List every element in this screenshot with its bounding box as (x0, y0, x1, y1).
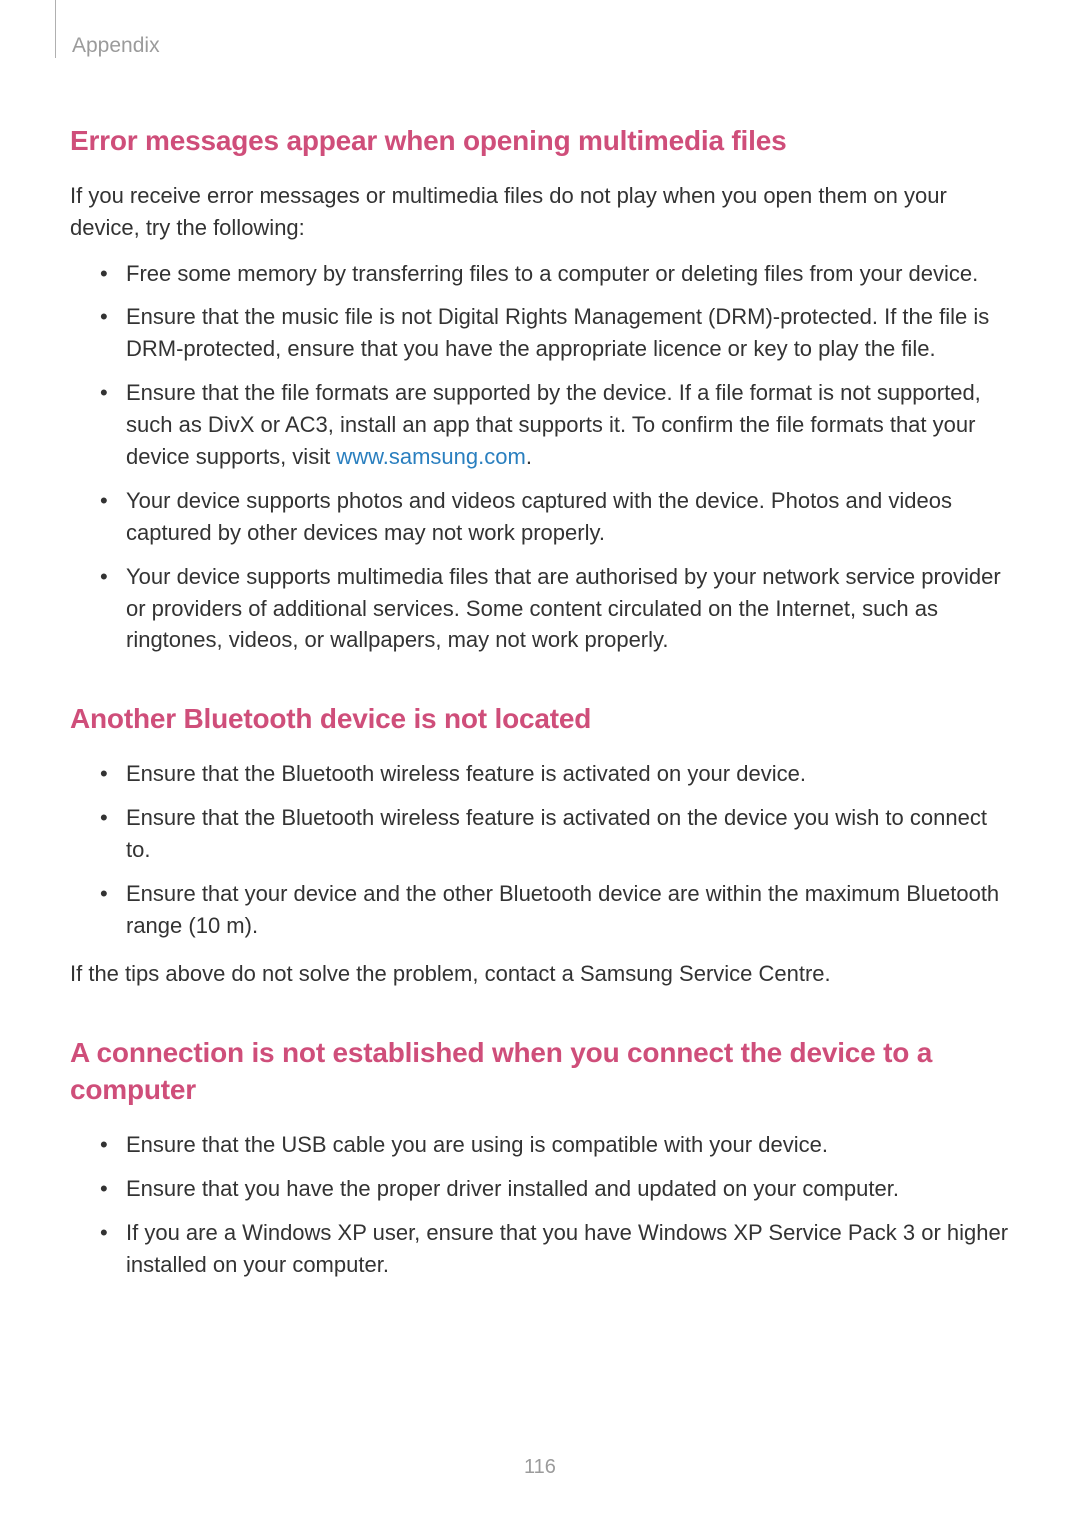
list-item-text: Ensure that the Bluetooth wireless featu… (126, 805, 987, 862)
list-item: Ensure that the Bluetooth wireless featu… (100, 802, 1010, 866)
list-item-text: Your device supports multimedia files th… (126, 564, 1001, 653)
list-item: Ensure that the file formats are support… (100, 377, 1010, 473)
list-item: If you are a Windows XP user, ensure tha… (100, 1217, 1010, 1281)
list-item: Free some memory by transferring files t… (100, 258, 1010, 290)
list-item: Ensure that the Bluetooth wireless featu… (100, 758, 1010, 790)
list-item-prefix: Ensure that the file formats are support… (126, 380, 981, 469)
section-outro: If the tips above do not solve the probl… (70, 958, 1010, 990)
list-item: Ensure that you have the proper driver i… (100, 1173, 1010, 1205)
section-usb-connection: A connection is not established when you… (70, 1034, 1010, 1281)
link-samsung[interactable]: www.samsung.com (336, 444, 526, 469)
header-divider (55, 0, 56, 58)
header-section-label: Appendix (72, 34, 160, 58)
section-heading: Another Bluetooth device is not located (70, 700, 1010, 738)
list-item-text: Ensure that the Bluetooth wireless featu… (126, 761, 806, 786)
section-heading: Error messages appear when opening multi… (70, 122, 1010, 160)
bullet-list: Ensure that the Bluetooth wireless featu… (100, 758, 1010, 941)
list-item: Ensure that the USB cable you are using … (100, 1129, 1010, 1161)
list-item-text: Ensure that the music file is not Digita… (126, 304, 989, 361)
list-item-text: Free some memory by transferring files t… (126, 261, 978, 286)
section-intro: If you receive error messages or multime… (70, 180, 1010, 244)
section-error-messages: Error messages appear when opening multi… (70, 122, 1010, 656)
page-number: 116 (0, 1456, 1080, 1479)
list-item-text: Ensure that you have the proper driver i… (126, 1176, 899, 1201)
section-bluetooth: Another Bluetooth device is not located … (70, 700, 1010, 989)
section-heading: A connection is not established when you… (70, 1034, 1010, 1110)
bullet-list: Free some memory by transferring files t… (100, 258, 1010, 657)
list-item: Ensure that the music file is not Digita… (100, 301, 1010, 365)
list-item-text: Ensure that your device and the other Bl… (126, 881, 999, 938)
list-item-text: Ensure that the USB cable you are using … (126, 1132, 828, 1157)
list-item-suffix: . (526, 444, 532, 469)
list-item-text: If you are a Windows XP user, ensure tha… (126, 1220, 1008, 1277)
bullet-list: Ensure that the USB cable you are using … (100, 1129, 1010, 1281)
list-item: Your device supports photos and videos c… (100, 485, 1010, 549)
list-item: Your device supports multimedia files th… (100, 561, 1010, 657)
list-item: Ensure that your device and the other Bl… (100, 878, 1010, 942)
list-item-text: Your device supports photos and videos c… (126, 488, 952, 545)
